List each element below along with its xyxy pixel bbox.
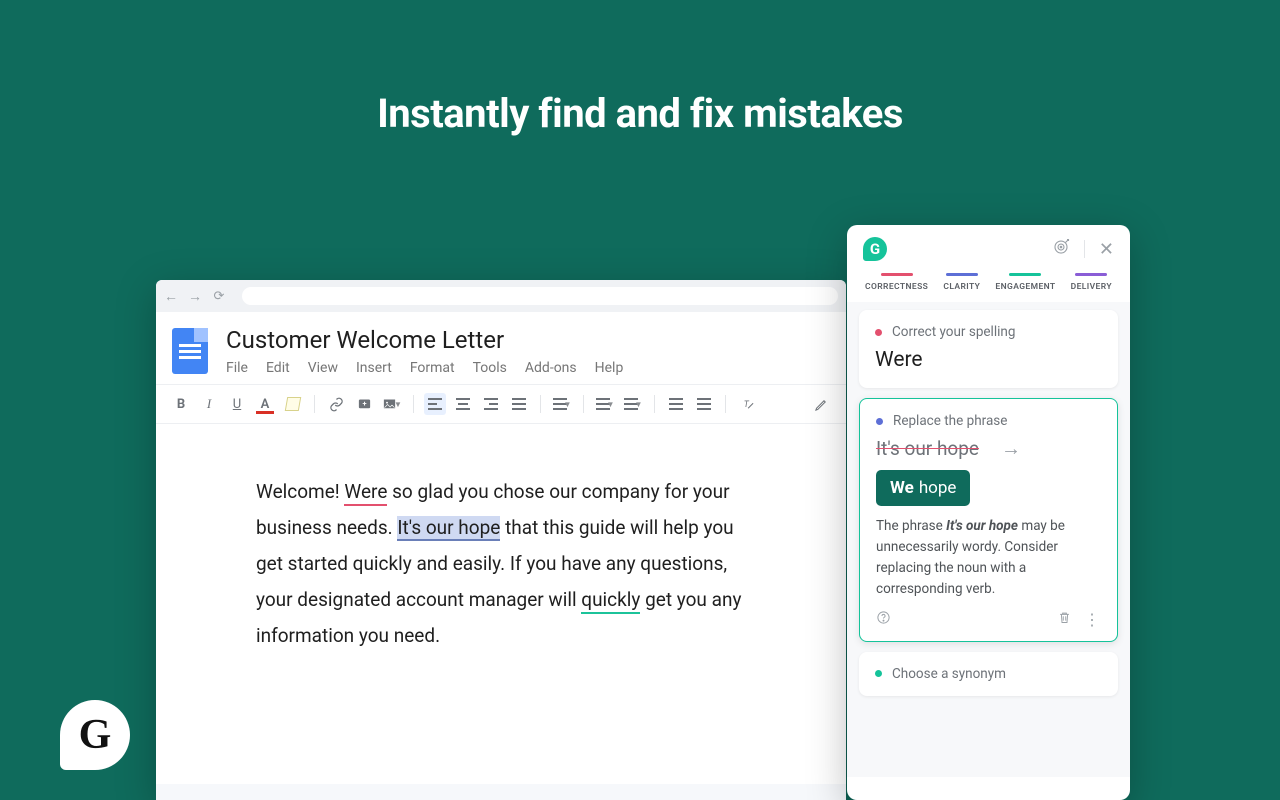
divider xyxy=(314,395,315,413)
clear-formatting-button[interactable]: T xyxy=(736,393,758,415)
back-icon[interactable]: ← xyxy=(164,288,178,305)
highlight-button[interactable] xyxy=(282,393,304,415)
correctness-dot-icon xyxy=(875,329,882,336)
docs-window: ← → ⟳ Customer Welcome Letter File Edit … xyxy=(156,280,846,800)
grammarly-panel: G ✕ CORRECTNESS CLARITY ENGAGEMENT DELIV… xyxy=(847,225,1130,800)
card-word: Were xyxy=(875,340,1102,374)
align-left-button[interactable] xyxy=(424,393,446,415)
tab-correctness[interactable]: CORRECTNESS xyxy=(865,273,928,292)
more-icon[interactable]: ⋮ xyxy=(1084,610,1101,629)
category-tabs: CORRECTNESS CLARITY ENGAGEMENT DELIVERY xyxy=(847,271,1130,302)
underline-button[interactable]: U xyxy=(226,393,248,415)
engagement-underline[interactable]: quickly xyxy=(581,588,640,614)
menu-format[interactable]: Format xyxy=(410,360,455,376)
url-bar[interactable] xyxy=(242,287,838,305)
link-button[interactable] xyxy=(325,393,347,415)
suggestion-list: Correct your spelling Were Replace the p… xyxy=(847,302,1130,777)
google-docs-icon xyxy=(172,328,208,374)
menu-tools[interactable]: Tools xyxy=(473,360,507,376)
divider xyxy=(540,395,541,413)
bulleted-list-button[interactable]: ▼ xyxy=(622,393,644,415)
formatting-toolbar: B I U A + ▼ ▼ ▼ ▼ T xyxy=(156,384,846,424)
numbered-list-button[interactable]: ▼ xyxy=(594,393,616,415)
grammarly-logo-icon: G xyxy=(863,237,887,261)
suggestion-chip[interactable]: We hope xyxy=(876,470,970,506)
docs-header: Customer Welcome Letter File Edit View I… xyxy=(156,312,846,384)
panel-header: G ✕ xyxy=(847,225,1130,271)
suggestion-card-phrase[interactable]: Replace the phrase It's our hope → We ho… xyxy=(859,398,1118,642)
grammarly-fab-icon[interactable]: G xyxy=(60,700,130,770)
divider xyxy=(413,395,414,413)
line-spacing-button[interactable]: ▼ xyxy=(551,393,573,415)
strike-text: It's our hope xyxy=(876,437,979,460)
comment-button[interactable]: + xyxy=(353,393,375,415)
menu-view[interactable]: View xyxy=(308,360,338,376)
hero-title: Instantly find and fix mistakes xyxy=(0,90,1280,137)
card-label: Choose a synonym xyxy=(892,666,1006,682)
tab-clarity[interactable]: CLARITY xyxy=(943,273,980,292)
edit-mode-button[interactable] xyxy=(810,393,832,415)
align-right-button[interactable] xyxy=(480,393,502,415)
clarity-highlight[interactable]: It's our hope xyxy=(397,516,500,541)
menu-edit[interactable]: Edit xyxy=(266,360,290,376)
svg-text:T: T xyxy=(743,400,749,410)
divider xyxy=(654,395,655,413)
tab-engagement[interactable]: ENGAGEMENT xyxy=(995,273,1055,292)
menu-insert[interactable]: Insert xyxy=(356,360,392,376)
document-title[interactable]: Customer Welcome Letter xyxy=(226,324,830,360)
arrow-right-icon: → xyxy=(1001,436,1021,461)
svg-text:+: + xyxy=(362,398,366,407)
browser-bar: ← → ⟳ xyxy=(156,280,846,312)
refresh-icon[interactable]: ⟳ xyxy=(212,289,226,304)
clarity-dot-icon xyxy=(876,418,883,425)
text-color-button[interactable]: A xyxy=(254,393,276,415)
indent-decrease-button[interactable] xyxy=(665,393,687,415)
engagement-dot-icon xyxy=(875,670,882,677)
divider xyxy=(1084,240,1085,258)
body-text: Welcome! xyxy=(256,480,344,503)
tab-delivery[interactable]: DELIVERY xyxy=(1071,273,1112,292)
explanation-text: The phrase It's our hope may be unnecess… xyxy=(876,516,1101,600)
image-button[interactable]: ▼ xyxy=(381,393,403,415)
card-label: Correct your spelling xyxy=(892,324,1015,340)
suggestion-card-synonym[interactable]: Choose a synonym xyxy=(859,652,1118,696)
close-icon[interactable]: ✕ xyxy=(1099,239,1114,260)
goals-icon[interactable] xyxy=(1052,238,1070,260)
menu-help[interactable]: Help xyxy=(595,360,624,376)
indent-increase-button[interactable] xyxy=(693,393,715,415)
help-icon[interactable] xyxy=(876,610,891,629)
spelling-error[interactable]: Were xyxy=(344,480,387,506)
docs-menu-bar: File Edit View Insert Format Tools Add-o… xyxy=(226,360,830,376)
forward-icon[interactable]: → xyxy=(188,288,202,305)
italic-button[interactable]: I xyxy=(198,393,220,415)
card-label: Replace the phrase xyxy=(893,413,1007,429)
bold-button[interactable]: B xyxy=(170,393,192,415)
trash-icon[interactable] xyxy=(1057,610,1072,629)
card-footer: ⋮ xyxy=(876,600,1101,629)
document-body[interactable]: Welcome! Were so glad you chose our comp… xyxy=(156,424,846,784)
align-center-button[interactable] xyxy=(452,393,474,415)
divider xyxy=(583,395,584,413)
menu-addons[interactable]: Add-ons xyxy=(525,360,577,376)
suggestion-card-spelling[interactable]: Correct your spelling Were xyxy=(859,310,1118,388)
menu-file[interactable]: File xyxy=(226,360,248,376)
divider xyxy=(725,395,726,413)
align-justify-button[interactable] xyxy=(508,393,530,415)
